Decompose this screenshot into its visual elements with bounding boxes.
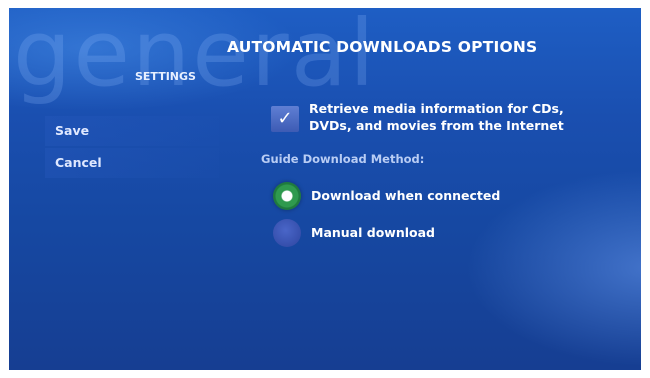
media-info-label-line1: Retrieve media information for CDs, — [309, 101, 564, 116]
settings-screen: general AUTOMATIC DOWNLOADS OPTIONS SETT… — [9, 8, 641, 370]
checkmark-icon: ✓ — [277, 108, 293, 129]
watermark-text: general — [13, 8, 377, 107]
download-when-connected-label[interactable]: Download when connected — [311, 188, 500, 203]
download-when-connected-radio[interactable] — [273, 182, 301, 210]
save-button[interactable]: Save — [45, 116, 219, 146]
media-info-checkbox[interactable]: ✓ — [271, 106, 299, 132]
section-label: SETTINGS — [135, 70, 196, 83]
page-title: AUTOMATIC DOWNLOADS OPTIONS — [227, 38, 538, 56]
guide-method-label: Guide Download Method: — [261, 152, 425, 166]
media-info-label: Retrieve media information for CDs, DVDs… — [309, 100, 609, 134]
cancel-button[interactable]: Cancel — [45, 148, 219, 178]
manual-download-label[interactable]: Manual download — [311, 225, 435, 240]
media-info-label-line2: DVDs, and movies from the Internet — [309, 118, 564, 133]
manual-download-radio[interactable] — [273, 219, 301, 247]
